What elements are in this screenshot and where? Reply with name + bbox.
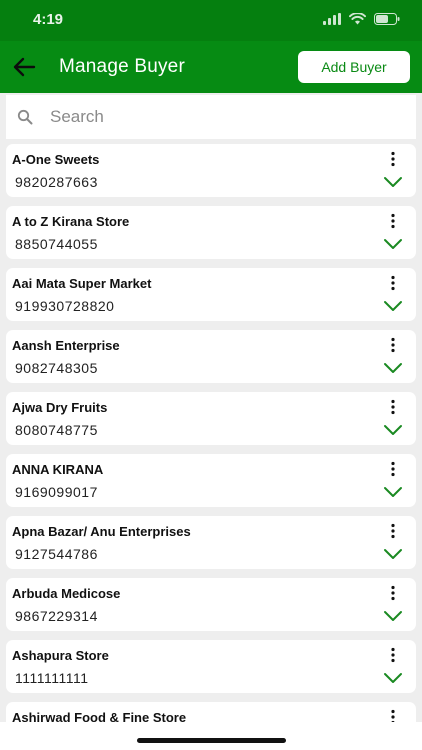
- buyer-name: A to Z Kirana Store: [12, 214, 130, 229]
- page-title: Manage Buyer: [59, 56, 185, 77]
- more-options-icon[interactable]: [386, 647, 400, 663]
- signal-icon: [323, 13, 341, 25]
- buyer-name: Apna Bazar/ Anu Enterprises: [12, 524, 191, 539]
- chevron-down-icon[interactable]: [383, 547, 403, 561]
- buyer-card[interactable]: Ashapura Store 1111111111: [6, 640, 416, 693]
- status-icons: [323, 13, 400, 25]
- buyer-card[interactable]: A-One Sweets 9820287663: [6, 144, 416, 197]
- more-options-icon[interactable]: [386, 585, 400, 601]
- buyer-name: Ajwa Dry Fruits: [12, 400, 108, 415]
- app-bar: Manage Buyer Add Buyer: [0, 41, 422, 93]
- buyer-card[interactable]: Aai Mata Super Market 919930728820: [6, 268, 416, 321]
- buyer-card[interactable]: Ajwa Dry Fruits 8080748775: [6, 392, 416, 445]
- buyer-phone: 1111111111: [15, 670, 89, 686]
- more-options-icon[interactable]: [386, 709, 400, 722]
- chevron-down-icon[interactable]: [383, 361, 403, 375]
- chevron-down-icon[interactable]: [383, 609, 403, 623]
- chevron-down-icon[interactable]: [383, 671, 403, 685]
- buyer-card[interactable]: ANNA KIRANA 9169099017: [6, 454, 416, 507]
- chevron-down-icon[interactable]: [383, 175, 403, 189]
- buyer-name: Ashapura Store: [12, 648, 109, 663]
- more-options-icon[interactable]: [386, 275, 400, 291]
- buyer-phone: 919930728820: [15, 298, 115, 314]
- buyer-card[interactable]: Apna Bazar/ Anu Enterprises 9127544786: [6, 516, 416, 569]
- buyer-phone: 9127544786: [15, 546, 98, 562]
- home-indicator[interactable]: [137, 738, 286, 743]
- bottom-safe-area: [0, 722, 422, 750]
- more-options-icon[interactable]: [386, 523, 400, 539]
- buyer-phone: 9082748305: [15, 360, 98, 376]
- search-bar[interactable]: [6, 95, 416, 139]
- more-options-icon[interactable]: [386, 337, 400, 353]
- buyer-name: A-One Sweets: [12, 152, 100, 167]
- status-time: 4:19: [33, 11, 64, 28]
- search-input[interactable]: [50, 103, 400, 131]
- buyer-list[interactable]: A-One Sweets 9820287663 A to Z Kirana St…: [6, 144, 416, 722]
- wifi-icon: [349, 13, 366, 25]
- buyer-phone: 8080748775: [15, 422, 98, 438]
- more-options-icon[interactable]: [386, 399, 400, 415]
- buyer-phone: 9820287663: [15, 174, 98, 190]
- back-arrow-icon[interactable]: [10, 53, 38, 81]
- buyer-phone: 8850744055: [15, 236, 98, 252]
- more-options-icon[interactable]: [386, 151, 400, 167]
- battery-icon: [374, 13, 400, 25]
- buyer-card[interactable]: Arbuda Medicose 9867229314: [6, 578, 416, 631]
- buyer-name: Arbuda Medicose: [12, 586, 121, 601]
- buyer-name: ANNA KIRANA: [12, 462, 104, 477]
- buyer-name: Aansh Enterprise: [12, 338, 120, 353]
- buyer-card[interactable]: Ashirwad Food & Fine Store: [6, 702, 416, 722]
- buyer-name: Aai Mata Super Market: [12, 276, 152, 291]
- buyer-card[interactable]: Aansh Enterprise 9082748305: [6, 330, 416, 383]
- chevron-down-icon[interactable]: [383, 299, 403, 313]
- more-options-icon[interactable]: [386, 213, 400, 229]
- more-options-icon[interactable]: [386, 461, 400, 477]
- search-icon: [17, 109, 33, 125]
- status-bar: 4:19: [0, 0, 422, 41]
- buyer-card[interactable]: A to Z Kirana Store 8850744055: [6, 206, 416, 259]
- buyer-phone: 9169099017: [15, 484, 98, 500]
- add-buyer-button[interactable]: Add Buyer: [298, 51, 410, 83]
- buyer-name: Ashirwad Food & Fine Store: [12, 710, 187, 722]
- buyer-phone: 9867229314: [15, 608, 98, 624]
- chevron-down-icon[interactable]: [383, 237, 403, 251]
- chevron-down-icon[interactable]: [383, 423, 403, 437]
- chevron-down-icon[interactable]: [383, 485, 403, 499]
